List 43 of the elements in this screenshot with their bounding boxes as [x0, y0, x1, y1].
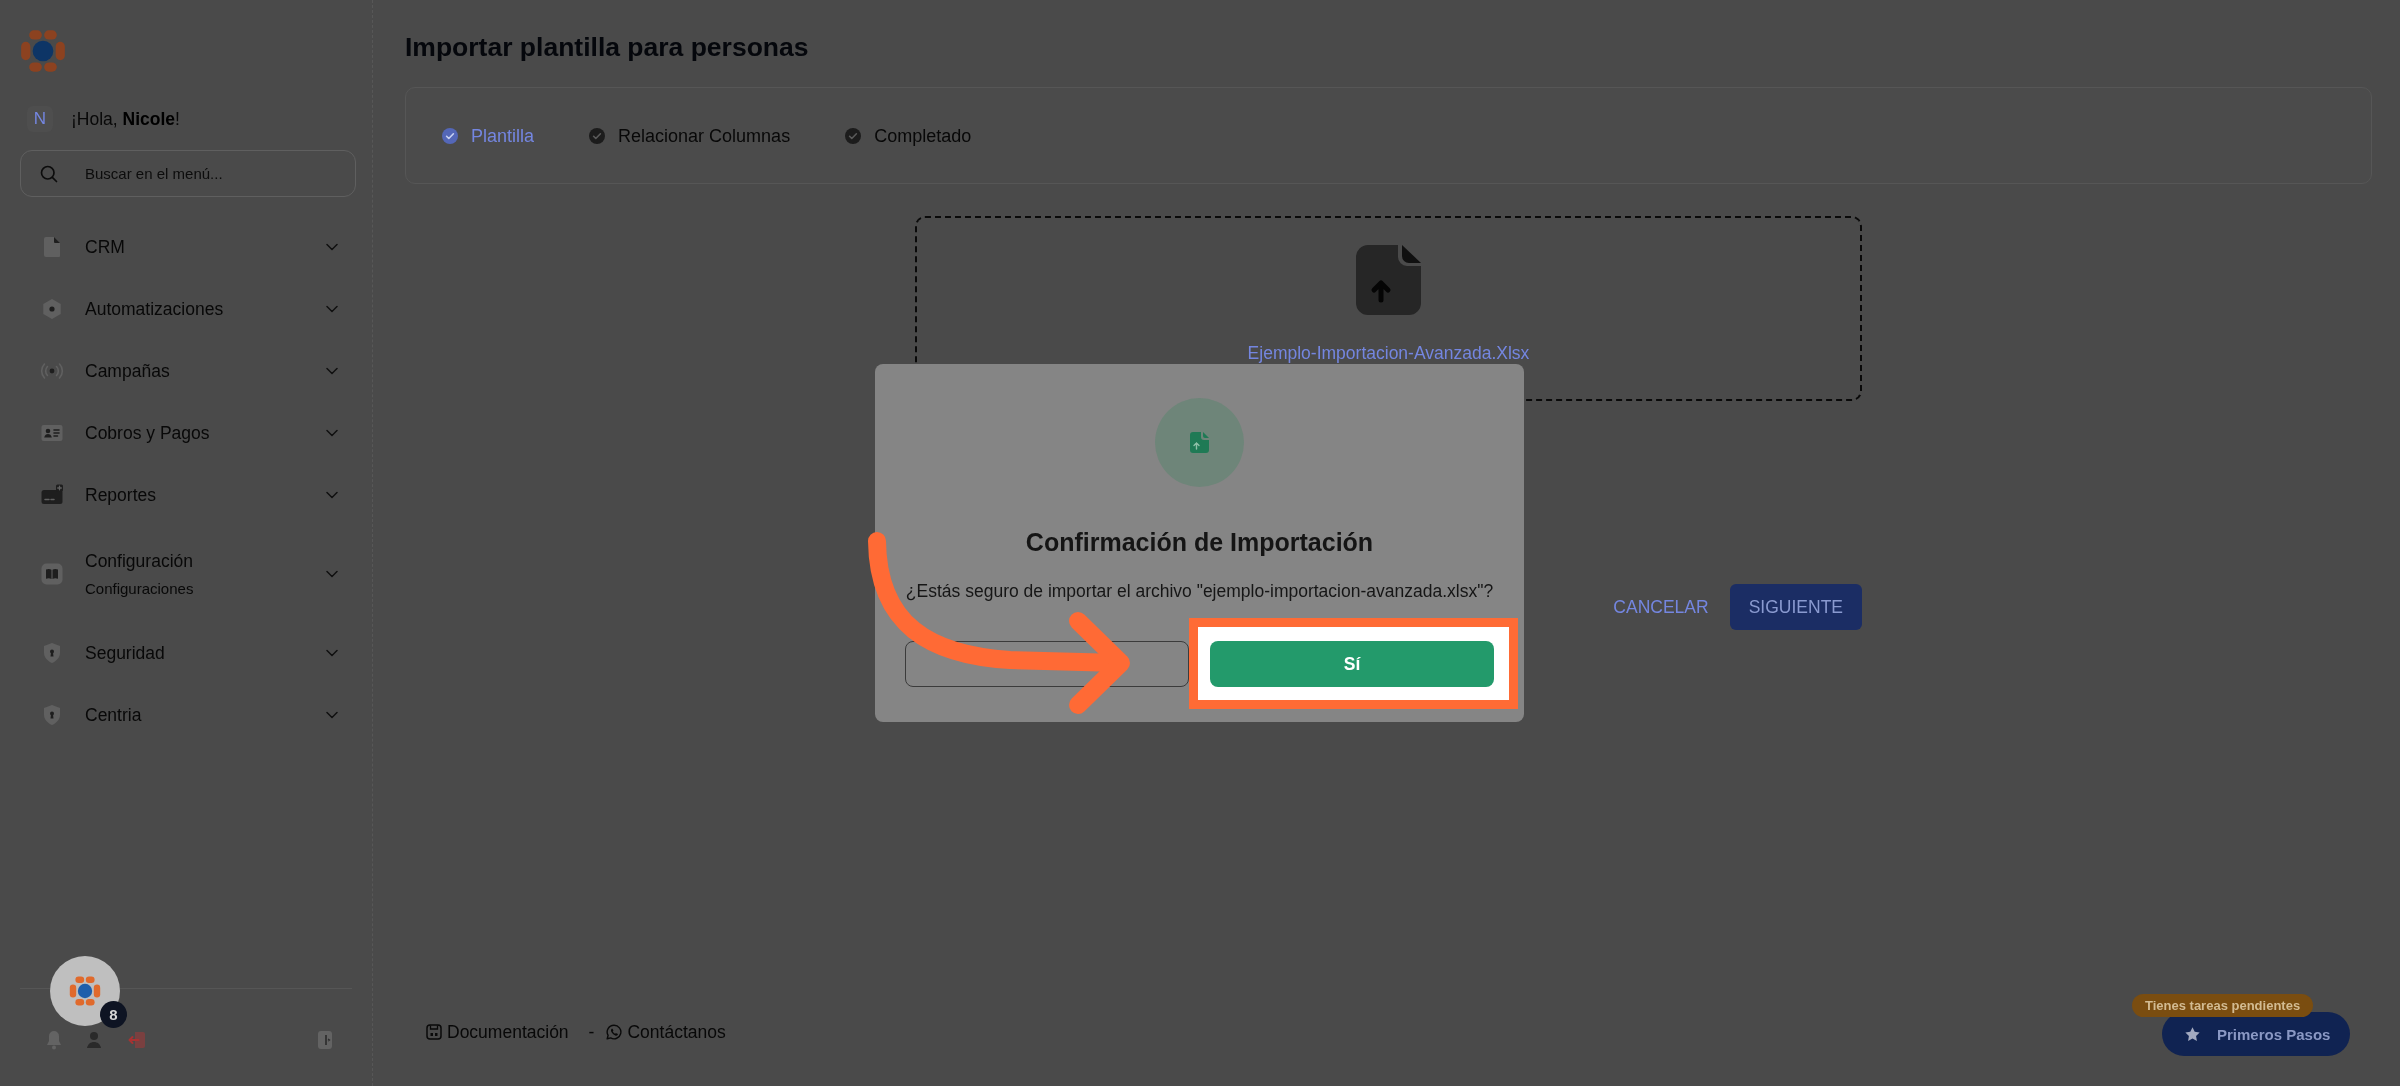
dialog-message: ¿Estás seguro de importar el archivo "ejemplo-importacion-avanzada.xlsx"?	[905, 580, 1494, 602]
search-icon	[39, 163, 59, 184]
step-label: Completado	[874, 124, 972, 147]
notification-badge: 8	[100, 1001, 127, 1028]
sidebar-item[interactable]: Campañas	[20, 340, 356, 402]
pending-tasks-badge: Tienes tareas pendientes	[2132, 994, 2314, 1017]
step-label: Plantilla	[471, 124, 535, 147]
file-upload-icon	[1155, 398, 1244, 487]
logo-icon	[69, 975, 101, 1007]
card-icon	[40, 483, 64, 507]
cancel-button[interactable]: CANCELAR	[1601, 584, 1721, 630]
greeting-text: ¡Hola, Nicole!	[71, 108, 180, 130]
search-field[interactable]: Buscar en el menú...	[20, 150, 356, 197]
documentation-link[interactable]: Documentación	[426, 1021, 569, 1043]
sidebar-item[interactable]: Reportes	[20, 464, 356, 526]
logout-icon[interactable]	[128, 1029, 146, 1051]
sidebar-item[interactable]: Centria	[20, 684, 356, 746]
book-icon	[40, 562, 64, 586]
footer-separator: -	[588, 1021, 595, 1043]
secondary-button[interactable]	[905, 641, 1189, 687]
contact-link[interactable]: Contáctanos	[606, 1021, 726, 1043]
sidebar-item-caption: Configuraciones	[85, 578, 195, 599]
sidebar-item[interactable]: Cobros y Pagos	[20, 402, 356, 464]
star-icon	[2184, 1025, 2201, 1043]
page-title: Importar plantilla para personas	[405, 31, 810, 63]
sidebar-item[interactable]: CRM	[20, 216, 356, 278]
sidebar-item[interactable]: Automatizaciones	[20, 278, 356, 340]
getting-started-button[interactable]: Primeros Pasos	[2162, 1012, 2350, 1056]
dialog-title: Confirmación de Importación	[1025, 527, 1374, 557]
file-upload-icon	[1356, 245, 1421, 315]
sidebar-item[interactable]: Configuración Configuraciones	[20, 526, 356, 622]
next-button[interactable]: SIGUIENTE	[1729, 584, 1862, 630]
phone-bubble-icon	[606, 1024, 623, 1040]
door-icon[interactable]	[317, 1029, 333, 1051]
step-label: Relacionar Columnas	[618, 124, 791, 147]
logo-icon	[20, 28, 66, 74]
sidebar-item[interactable]: Seguridad	[20, 622, 356, 684]
user-avatar: N	[27, 106, 53, 132]
confirm-button[interactable]: Sí	[1210, 641, 1494, 687]
bell-icon[interactable]	[46, 1029, 62, 1051]
file-name-link[interactable]: Ejemplo-Importacion-Avanzada.Xlsx	[1247, 342, 1530, 364]
user-icon[interactable]	[86, 1029, 102, 1051]
hexagon-icon	[40, 297, 64, 321]
